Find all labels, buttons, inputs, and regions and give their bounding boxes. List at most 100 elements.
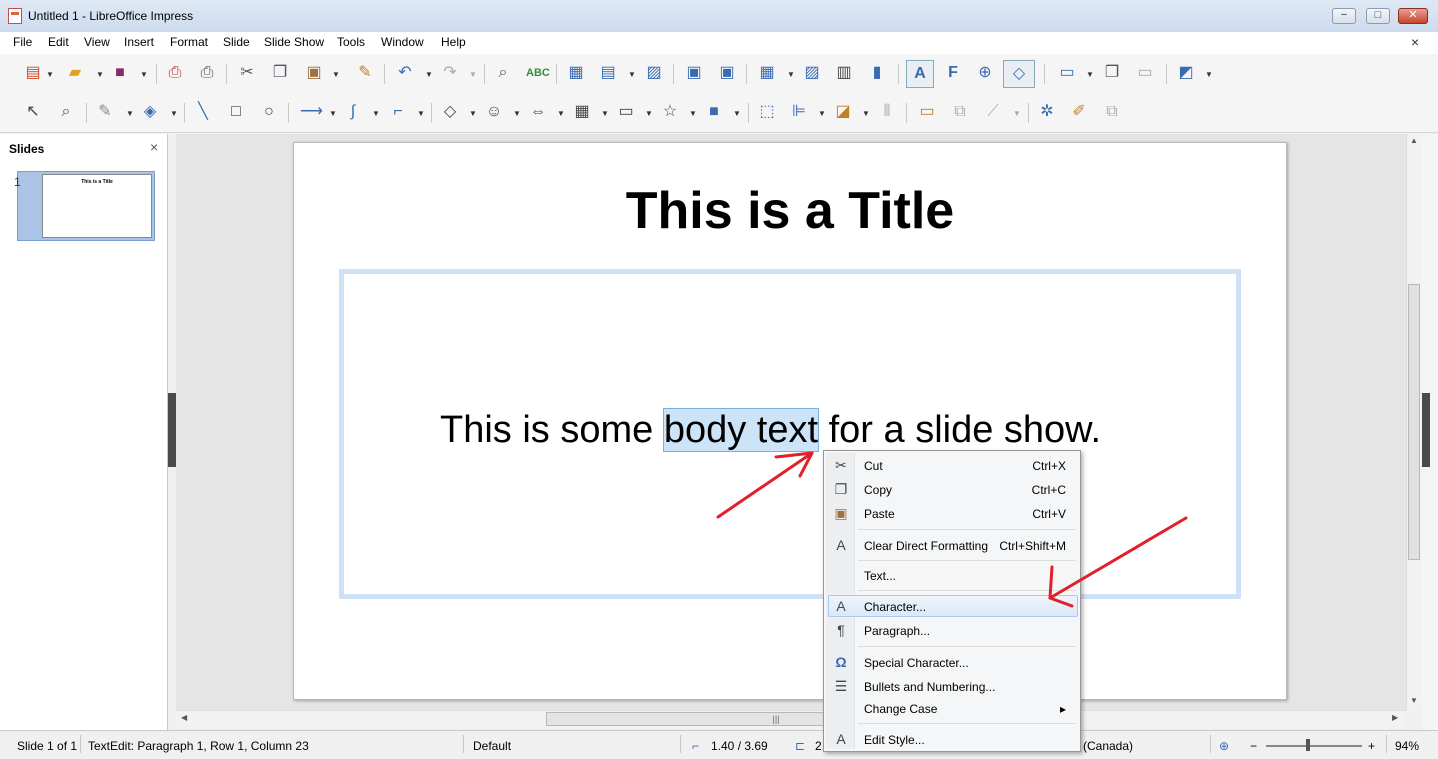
fill-color-dropdown-icon[interactable]: ▼ <box>170 109 178 118</box>
connector-icon[interactable]: ⌐ <box>389 103 407 121</box>
context-menu-edit-style[interactable]: A Edit Style... <box>826 729 1078 751</box>
new-slide-dropdown-icon[interactable]: ▼ <box>1086 70 1094 79</box>
basic-shapes-dropdown-icon[interactable]: ▼ <box>469 109 477 118</box>
rectangle-icon[interactable]: □ <box>227 103 245 121</box>
line-arrow-dropdown-icon[interactable]: ▼ <box>329 109 337 118</box>
menu-slide-show[interactable]: Slide Show <box>264 35 324 49</box>
slide-layout-icon[interactable]: ◩ <box>1177 64 1195 82</box>
minimize-button[interactable]: − <box>1332 8 1356 24</box>
context-menu-clear-direct-formatting[interactable]: A Clear Direct Formatting Ctrl+Shift+M <box>826 535 1078 557</box>
zoom-pan-icon[interactable]: ⌕ <box>57 103 75 121</box>
text-box-icon[interactable]: A <box>906 60 934 88</box>
new-icon[interactable]: ▤ <box>24 64 42 82</box>
show-draw-functions-icon[interactable]: ◇ <box>1003 60 1035 88</box>
display-views-dropdown-icon[interactable]: ▼ <box>628 70 636 79</box>
new-slide-icon[interactable]: ▭ <box>1058 64 1076 82</box>
ellipse-icon[interactable]: ○ <box>260 103 278 121</box>
line-color-icon[interactable]: ✎ <box>96 103 114 121</box>
context-menu-copy[interactable]: ❐ Copy Ctrl+C <box>826 479 1078 501</box>
start-from-current-icon[interactable]: ▣ <box>718 64 736 82</box>
open-dropdown-icon[interactable]: ▼ <box>96 70 104 79</box>
slide-canvas[interactable]: This is a Title This is some body text f… <box>293 142 1287 700</box>
line-color-dropdown-icon[interactable]: ▼ <box>126 109 134 118</box>
table-dropdown-icon[interactable]: ▼ <box>787 70 795 79</box>
curve-dropdown-icon[interactable]: ▼ <box>372 109 380 118</box>
points-icon[interactable]: ⬚ <box>758 103 776 121</box>
shadow-icon[interactable]: ▭ <box>918 103 936 121</box>
context-menu-text[interactable]: Text... <box>826 565 1078 587</box>
stars-icon[interactable]: ☆ <box>661 103 679 121</box>
save-icon[interactable]: ■ <box>111 64 129 82</box>
delete-slide-icon[interactable]: ▭ <box>1136 64 1154 82</box>
distribute-icon[interactable]: ⫴ <box>878 103 896 121</box>
slide-thumbnail[interactable]: This is a Title <box>42 174 152 238</box>
fill-color-icon[interactable]: ◈ <box>141 103 159 121</box>
find-replace-icon[interactable]: ⌕ <box>494 64 512 82</box>
body-text-selection[interactable]: body text <box>662 408 820 452</box>
menu-insert[interactable]: Insert <box>124 35 154 49</box>
align-dropdown-icon[interactable]: ▼ <box>818 109 826 118</box>
flowchart-icon[interactable]: ▦ <box>573 103 591 121</box>
block-arrows-icon[interactable]: ⇔ <box>529 103 547 121</box>
transformations-icon[interactable]: ✲ <box>1038 103 1056 121</box>
status-zoom-level[interactable]: 94% <box>1395 739 1419 753</box>
menu-format[interactable]: Format <box>170 35 208 49</box>
spelling-icon[interactable]: ABC <box>526 64 550 82</box>
scroll-up-icon[interactable]: ▲ <box>1410 136 1418 145</box>
zoom-in-button[interactable]: + <box>1368 739 1375 753</box>
slide-layout-dropdown-icon[interactable]: ▼ <box>1205 70 1213 79</box>
menu-file[interactable]: File <box>13 35 32 49</box>
context-menu-character[interactable]: A Character... <box>826 596 1078 618</box>
media-icon[interactable]: ▥ <box>835 64 853 82</box>
save-dropdown-icon[interactable]: ▼ <box>140 70 148 79</box>
slides-pane-close-icon[interactable]: × <box>150 139 158 155</box>
start-from-first-icon[interactable]: ▣ <box>685 64 703 82</box>
redo-dropdown-icon[interactable]: ▼ <box>469 70 477 79</box>
chart-icon[interactable]: ▮ <box>868 64 886 82</box>
stars-dropdown-icon[interactable]: ▼ <box>689 109 697 118</box>
print-icon[interactable]: ⎙ <box>198 64 216 82</box>
flowchart-dropdown-icon[interactable]: ▼ <box>601 109 609 118</box>
select-icon[interactable]: ↖ <box>24 103 42 121</box>
3d-objects-dropdown-icon[interactable]: ▼ <box>733 109 741 118</box>
duplicate-slide-icon[interactable]: ❐ <box>1103 64 1121 82</box>
slides-pane-collapse-handle[interactable] <box>168 393 176 467</box>
status-language[interactable]: (Canada) <box>1083 739 1133 753</box>
undo-icon[interactable]: ↶ <box>396 64 414 82</box>
body-text[interactable]: This is some body text for a slide show. <box>440 408 1101 452</box>
image-icon[interactable]: ▨ <box>803 64 821 82</box>
arrange-dropdown-icon[interactable]: ▼ <box>862 109 870 118</box>
open-folder-icon[interactable]: ▰ <box>66 64 84 82</box>
filter-dropdown-icon[interactable]: ▼ <box>1013 109 1021 118</box>
paste-icon[interactable]: ▣ <box>305 64 323 82</box>
context-menu-paste[interactable]: ▣ Paste Ctrl+V <box>826 503 1078 525</box>
zoom-slider[interactable] <box>1266 745 1362 747</box>
menu-edit[interactable]: Edit <box>48 35 69 49</box>
display-views-icon[interactable]: ▤ <box>599 64 617 82</box>
document-close-icon[interactable]: × <box>1411 34 1419 50</box>
block-arrows-dropdown-icon[interactable]: ▼ <box>557 109 565 118</box>
scroll-right-icon[interactable]: ▶ <box>1392 713 1398 722</box>
symbol-shapes-icon[interactable]: ☺ <box>485 103 503 121</box>
menu-help[interactable]: Help <box>441 35 466 49</box>
sidebar-collapse-handle[interactable] <box>1422 393 1430 467</box>
redo-icon[interactable]: ↷ <box>441 64 459 82</box>
basic-shapes-icon[interactable]: ◇ <box>441 103 459 121</box>
line-arrow-icon[interactable]: ⟶ <box>300 103 323 121</box>
arrange-icon[interactable]: ◪ <box>834 103 852 121</box>
connector-dropdown-icon[interactable]: ▼ <box>417 109 425 118</box>
master-slide-icon[interactable]: ▨ <box>645 64 663 82</box>
context-menu-special-character[interactable]: Ω Special Character... <box>826 652 1078 674</box>
menu-view[interactable]: View <box>84 35 110 49</box>
clone-formatting-icon[interactable]: ✎ <box>356 64 374 82</box>
context-menu-paragraph[interactable]: ¶ Paragraph... <box>826 620 1078 642</box>
callouts-dropdown-icon[interactable]: ▼ <box>645 109 653 118</box>
scroll-down-icon[interactable]: ▼ <box>1410 696 1418 705</box>
grid-icon[interactable]: ▦ <box>567 64 585 82</box>
hyperlink-icon[interactable]: ⊕ <box>976 64 994 82</box>
line-icon[interactable]: ╲ <box>194 103 212 121</box>
paste-dropdown-icon[interactable]: ▼ <box>332 70 340 79</box>
copy-icon[interactable]: ❐ <box>271 64 289 82</box>
context-menu-change-case[interactable]: Change Case ▸ <box>826 698 1078 720</box>
curve-icon[interactable]: ∫ <box>344 103 362 121</box>
